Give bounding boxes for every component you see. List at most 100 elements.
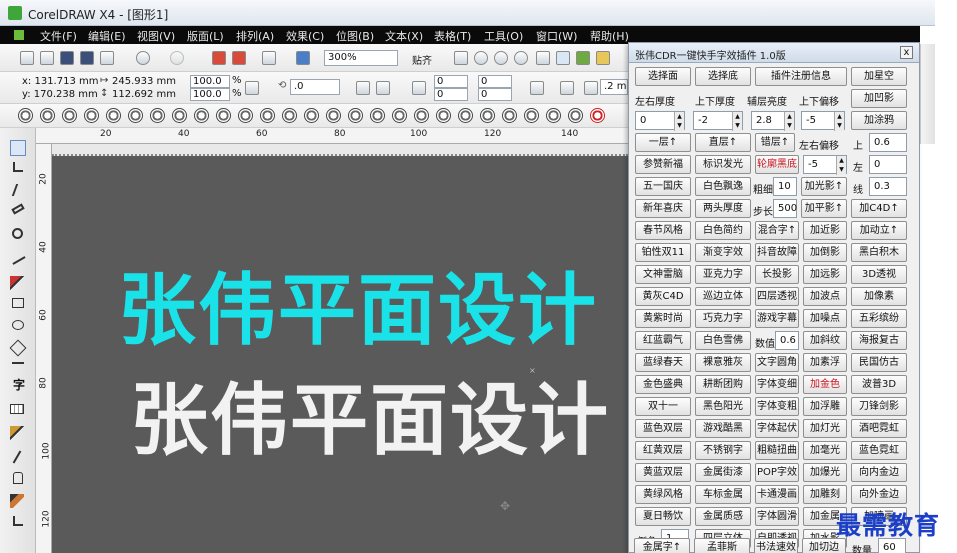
snap-options-icon[interactable]: [454, 51, 468, 65]
smart-fill-icon[interactable]: [10, 276, 24, 290]
effect-button[interactable]: 卡通漫画: [755, 485, 799, 504]
effect-button[interactable]: 蓝绿春天: [635, 353, 691, 372]
effect-button[interactable]: 加像素: [851, 287, 907, 306]
import-icon[interactable]: [212, 51, 226, 65]
export-icon[interactable]: [232, 51, 246, 65]
symbol-icon-5[interactable]: [106, 108, 121, 123]
effect-button[interactable]: 夏日畅饮: [635, 507, 691, 526]
menu-bitmaps[interactable]: 位图(B): [336, 28, 374, 44]
effect-button[interactable]: 双十一: [635, 397, 691, 416]
effect-button[interactable]: 加噪点: [803, 309, 847, 328]
new-document-icon[interactable]: [20, 51, 34, 65]
memphis-button[interactable]: 孟菲斯: [694, 538, 750, 553]
straight-layer-button[interactable]: 直层↑: [695, 133, 751, 152]
symbol-icon-15[interactable]: [326, 108, 341, 123]
application-launcher-icon[interactable]: [262, 51, 276, 65]
effect-button[interactable]: 耕断团购: [695, 375, 751, 394]
pick-tool-icon[interactable]: [10, 140, 26, 156]
option-icon-4[interactable]: [536, 51, 550, 65]
polygon-tool-icon[interactable]: [9, 339, 27, 357]
symbol-icon-18[interactable]: [392, 108, 407, 123]
effect-button[interactable]: 黄紫时尚: [635, 309, 691, 328]
value-input[interactable]: 0.6: [775, 331, 799, 350]
spin-icon[interactable]: ▲ ▼: [674, 112, 684, 131]
interactive-tool-icon[interactable]: [10, 426, 24, 440]
save-icon[interactable]: [60, 51, 74, 65]
symbol-icon-3[interactable]: [62, 108, 77, 123]
menu-layout[interactable]: 版面(L): [187, 28, 224, 44]
offset-layer-button[interactable]: 错层↑: [755, 133, 795, 152]
scale-x-input[interactable]: 100.0: [190, 75, 230, 88]
effect-button[interactable]: 金色盛典: [635, 375, 691, 394]
offset-field-4[interactable]: 0: [478, 88, 512, 101]
undo-icon[interactable]: [136, 51, 150, 65]
effect-button[interactable]: 抖音故障: [755, 243, 799, 262]
symbol-icon-23[interactable]: [502, 108, 517, 123]
ud-thickness-input[interactable]: -2 ▲ ▼: [693, 111, 743, 131]
effect-button[interactable]: 黄灰C4D: [635, 287, 691, 306]
effect-button[interactable]: 白色雪佛: [695, 331, 751, 350]
document-menu-icon[interactable]: [14, 30, 24, 40]
effect-button[interactable]: 加雕刻: [803, 485, 847, 504]
crop-tool-icon[interactable]: [11, 184, 27, 196]
menu-edit[interactable]: 编辑(E): [88, 28, 126, 44]
add-c4d-button[interactable]: 加C4D↑: [851, 199, 907, 218]
effect-button[interactable]: 加波点: [803, 287, 847, 306]
effect-button[interactable]: 亚克力字: [695, 265, 751, 284]
select-face-button[interactable]: 选择面: [635, 67, 691, 86]
ellipse-tool-icon[interactable]: [12, 320, 24, 330]
docker-strip[interactable]: [920, 44, 935, 144]
symbol-icon-14[interactable]: [304, 108, 319, 123]
option-icon-1[interactable]: [474, 51, 488, 65]
effect-button[interactable]: 黑白积木: [851, 243, 907, 262]
menu-effects[interactable]: 效果(C): [286, 28, 324, 44]
effect-button[interactable]: 3D透视: [851, 265, 907, 284]
symbol-icon-9[interactable]: [194, 108, 209, 123]
eyedropper-tool-icon[interactable]: [12, 450, 22, 464]
effect-button[interactable]: 文神雷脑: [635, 265, 691, 284]
position-y[interactable]: y: 170.238 mm: [22, 89, 98, 100]
horizontal-ruler[interactable]: 20 40 60 80 100 120 140: [36, 128, 628, 144]
effect-button[interactable]: 字体变粗: [755, 397, 799, 416]
vertical-ruler[interactable]: 20 40 60 80 100 120: [36, 144, 52, 553]
effect-button[interactable]: 向外金边: [851, 485, 907, 504]
option-icon-2[interactable]: [494, 51, 508, 65]
spin-icon[interactable]: ▲ ▼: [732, 112, 742, 131]
logo-glow-button[interactable]: 标识发光: [695, 155, 751, 174]
shape-tool-icon[interactable]: [13, 162, 23, 172]
effect-button[interactable]: 春节风格: [635, 221, 691, 240]
effect-button[interactable]: 黄蓝双层: [635, 463, 691, 482]
effect-button[interactable]: 粗糙扭曲: [755, 441, 799, 460]
effect-button[interactable]: 文字圆角: [755, 353, 799, 372]
option-icon-3[interactable]: [514, 51, 528, 65]
effect-button[interactable]: 波普3D: [851, 375, 907, 394]
effect-button[interactable]: 加爆光: [803, 463, 847, 482]
effect-button[interactable]: 游戏字幕: [755, 309, 799, 328]
symbol-icon-25[interactable]: [546, 108, 561, 123]
effect-button[interactable]: 字体圆滑: [755, 507, 799, 526]
effect-button[interactable]: 加远影: [803, 265, 847, 284]
symbol-icon-22[interactable]: [480, 108, 495, 123]
effect-button[interactable]: 红黄双层: [635, 441, 691, 460]
nudge-distance-input[interactable]: .2 mm: [600, 79, 628, 95]
symbol-icon-2[interactable]: [40, 108, 55, 123]
effect-button[interactable]: 刀锋剑影: [851, 397, 907, 416]
effect-button[interactable]: 黄绿风格: [635, 485, 691, 504]
effect-button[interactable]: 蓝色双层: [635, 419, 691, 438]
effect-button[interactable]: 长投影: [755, 265, 799, 284]
effect-button[interactable]: 不锈钢字: [695, 441, 751, 460]
add-flat-shadow-button[interactable]: 加平影↑: [801, 199, 847, 218]
effect-button[interactable]: 加近影: [803, 221, 847, 240]
fill-tool-icon[interactable]: [10, 494, 24, 508]
new-year-button[interactable]: 新年喜庆: [635, 199, 691, 218]
white-float-button[interactable]: 白色飘逸: [695, 177, 751, 196]
symbol-icon-7[interactable]: [150, 108, 165, 123]
symbol-icon-20[interactable]: [436, 108, 451, 123]
symbol-icon-24[interactable]: [524, 108, 539, 123]
lr-offset-input[interactable]: -5 ▲ ▼: [803, 155, 847, 175]
both-ends-thickness-button[interactable]: 两头厚度: [695, 199, 751, 218]
table-tool-icon[interactable]: [10, 404, 24, 414]
effect-button[interactable]: 海报复古: [851, 331, 907, 350]
symbol-icon-21[interactable]: [458, 108, 473, 123]
rotation-angle-input[interactable]: .0: [290, 79, 340, 95]
